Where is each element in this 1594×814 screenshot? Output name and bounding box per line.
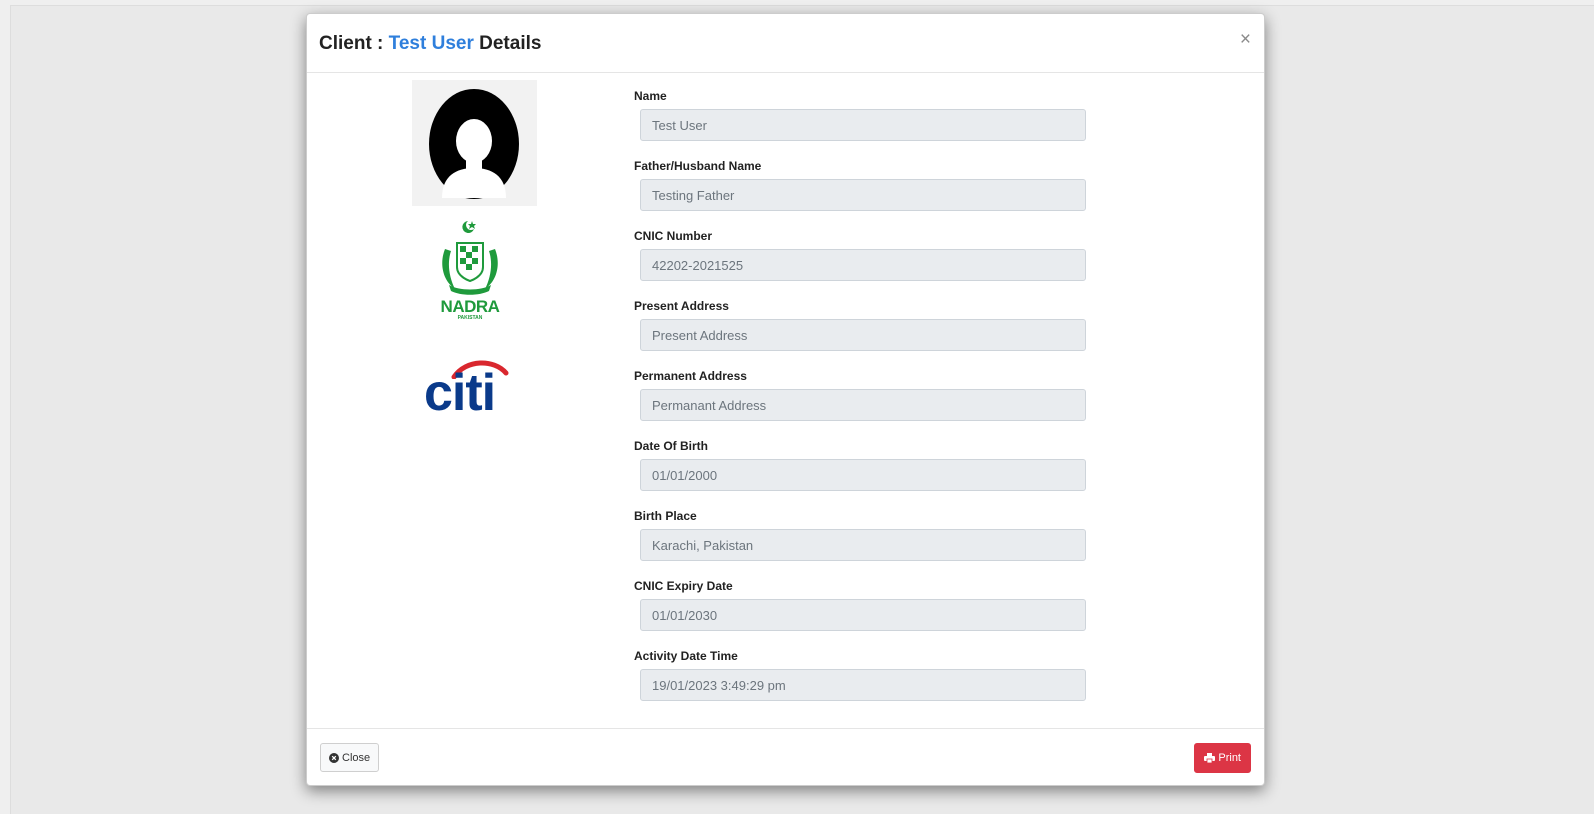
client-detail-form: Name Father/Husband Name CNIC Number Pre…: [634, 89, 1094, 719]
client-details-modal: Client : Test User Details × NADRA PAKIS…: [306, 13, 1265, 786]
permanent-address-input[interactable]: [640, 389, 1086, 421]
field-father-husband-name: Father/Husband Name: [634, 159, 1094, 229]
citi-text: citi: [424, 364, 496, 422]
nadra-logo: NADRA PAKISTAN: [435, 219, 505, 327]
field-present-address: Present Address: [634, 299, 1094, 369]
close-button[interactable]: Close: [320, 743, 380, 772]
field-label: Activity Date Time: [634, 649, 738, 663]
modal-footer: Close Print: [307, 728, 1264, 785]
field-label: Father/Husband Name: [634, 159, 762, 173]
activity-date-time-input[interactable]: [640, 669, 1086, 701]
field-cnic-number: CNIC Number: [634, 229, 1094, 299]
citi-logo: citi: [424, 355, 519, 425]
birth-place-input[interactable]: [640, 529, 1086, 561]
close-icon[interactable]: ×: [1240, 30, 1251, 49]
field-label: CNIC Expiry Date: [634, 579, 733, 593]
father-husband-name-input[interactable]: [640, 179, 1086, 211]
cnic-number-input[interactable]: [640, 249, 1086, 281]
field-label: Present Address: [634, 299, 729, 313]
field-label: Birth Place: [634, 509, 697, 523]
date-of-birth-input[interactable]: [640, 459, 1086, 491]
field-name: Name: [634, 89, 1094, 159]
times-circle-icon: [329, 752, 339, 763]
print-button[interactable]: Print: [1194, 743, 1251, 773]
field-cnic-expiry-date: CNIC Expiry Date: [634, 579, 1094, 649]
nadra-text: NADRA: [440, 297, 500, 316]
title-suffix: Details: [473, 33, 542, 54]
field-label: Date Of Birth: [634, 439, 709, 453]
field-birth-place: Birth Place: [634, 509, 1094, 579]
user-photo: [412, 80, 537, 206]
nadra-subtext: PAKISTAN: [457, 315, 483, 321]
field-label: CNIC Number: [634, 229, 713, 243]
modal-title: Client : Test User Details: [319, 33, 541, 55]
field-date-of-birth: Date Of Birth: [634, 439, 1094, 509]
printer-icon: [1204, 753, 1216, 763]
field-activity-date-time: Activity Date Time: [634, 649, 1094, 719]
field-permanent-address: Permanent Address: [634, 369, 1094, 439]
close-button-label: Close: [342, 751, 371, 764]
name-input[interactable]: [640, 109, 1086, 141]
modal-body: NADRA PAKISTAN citi Name Father/Husband …: [307, 73, 1264, 727]
client-name: Test User: [388, 33, 474, 54]
user-avatar-icon: [429, 89, 519, 199]
modal-header: Client : Test User Details ×: [307, 14, 1264, 73]
cnic-expiry-date-input[interactable]: [640, 599, 1086, 631]
present-address-input[interactable]: [640, 319, 1086, 351]
field-label: Permanent Address: [634, 369, 747, 383]
field-label: Name: [634, 89, 667, 103]
title-prefix: Client :: [319, 33, 389, 54]
print-button-label: Print: [1218, 752, 1241, 764]
